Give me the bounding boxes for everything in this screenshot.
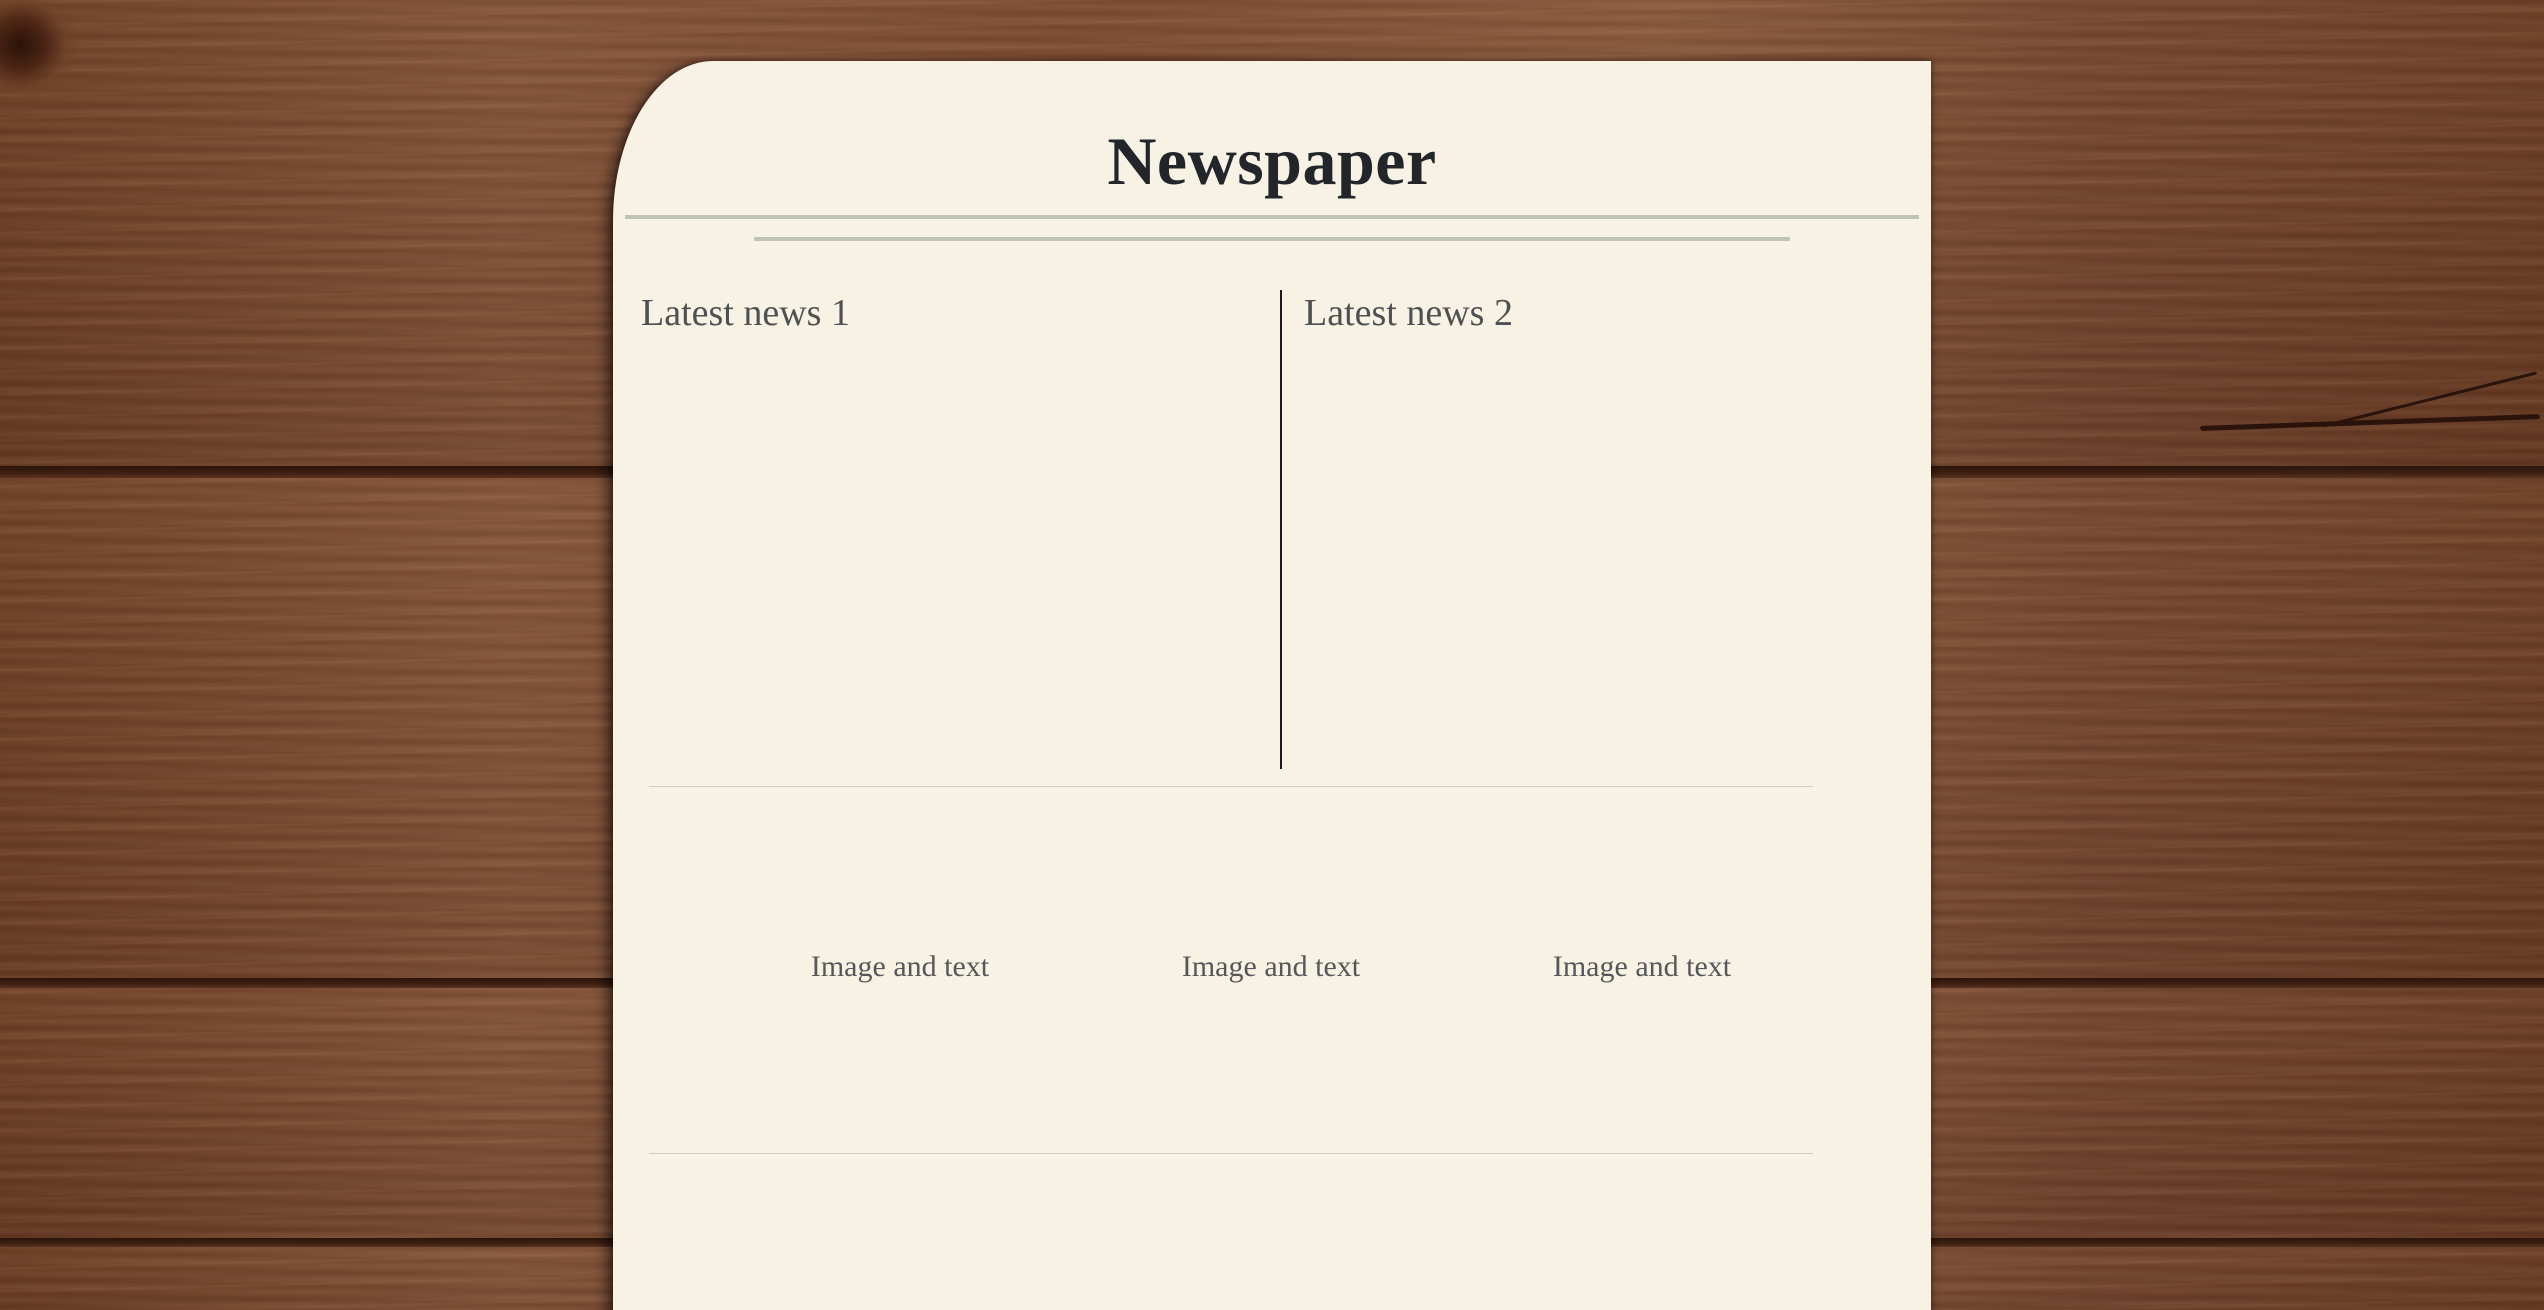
masthead-rule: [625, 215, 1919, 219]
newspaper-sheet: Newspaper Latest news 1 Latest news 2 Im…: [613, 61, 1931, 1310]
masthead-subrule: [754, 237, 1790, 241]
latest-news-1-heading: Latest news 1: [641, 292, 850, 334]
newspaper-masthead: Newspaper: [1107, 123, 1437, 199]
feature-row: Image and text Image and text Image and …: [613, 947, 1931, 987]
feature-item-2: Image and text: [1181, 950, 1361, 983]
section-divider: [649, 1153, 1813, 1154]
column-divider: [1280, 290, 1282, 769]
latest-news-2-heading: Latest news 2: [1304, 292, 1513, 334]
section-divider: [649, 786, 1813, 787]
feature-item-1: Image and text: [810, 950, 990, 983]
feature-item-3: Image and text: [1552, 950, 1732, 983]
